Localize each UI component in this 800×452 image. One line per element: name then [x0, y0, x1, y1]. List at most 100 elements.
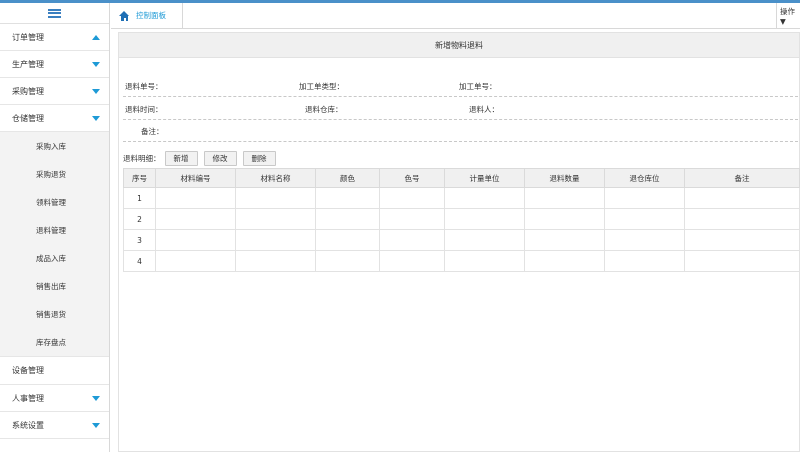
form-row-1: 退料单号： 加工单类型： 加工单号：	[123, 75, 798, 97]
sidebar-item-equipment[interactable]: 设备管理	[0, 357, 109, 385]
caret-down-icon	[92, 395, 100, 401]
table-cell[interactable]	[444, 187, 525, 209]
sidebar-item-label: 仓储管理	[12, 113, 44, 123]
warehouse-submenu: 采购入库 采购退货 领料管理 退料管理 成品入库 销售出库 销售退货 库存盘点	[0, 132, 109, 357]
table-cell[interactable]	[524, 208, 605, 230]
table-cell[interactable]	[604, 208, 685, 230]
table-cell[interactable]	[524, 187, 605, 209]
sidebar-subitem-purchase-return[interactable]: 采购退货	[0, 160, 109, 188]
remark-label: 备注：	[141, 127, 164, 136]
sidebar-item-label: 采购管理	[12, 86, 44, 96]
menu-icon	[48, 8, 61, 18]
sidebar-item-warehouse[interactable]: 仓储管理	[0, 105, 109, 132]
sidebar-item-label: 系统设置	[12, 420, 44, 430]
table-cell[interactable]	[235, 250, 316, 272]
detail-toolbar: 退料明细： 新增 修改 删除	[123, 150, 282, 166]
operations-dropdown[interactable]: 操作 ▼	[776, 3, 800, 28]
table-cell[interactable]	[155, 187, 236, 209]
edit-button[interactable]: 修改	[203, 150, 237, 166]
add-button[interactable]: 新增	[164, 150, 198, 166]
sidebar-item-production[interactable]: 生产管理	[0, 51, 109, 78]
col-header-return-location: 退仓库位	[604, 168, 685, 188]
table-cell[interactable]	[235, 187, 316, 209]
tab-bar: 控制面板 操作 ▼	[111, 3, 800, 29]
table-cell[interactable]	[155, 250, 236, 272]
sidebar-item-hr[interactable]: 人事管理	[0, 385, 109, 412]
returner-label: 退料人：	[469, 105, 499, 114]
table-cell[interactable]	[379, 229, 445, 251]
sidebar-subitem-purchase-in[interactable]: 采购入库	[0, 132, 109, 160]
col-header-color-code: 色号	[379, 168, 445, 188]
caret-down-icon	[92, 422, 100, 428]
table-cell[interactable]	[684, 208, 800, 230]
table-cell[interactable]	[315, 229, 380, 251]
table-cell[interactable]	[524, 229, 605, 251]
table-cell[interactable]	[684, 187, 800, 209]
col-header-return-qty: 退料数量	[524, 168, 605, 188]
process-no-label: 加工单号：	[459, 82, 497, 91]
return-no-label: 退料单号：	[125, 82, 163, 91]
table-row[interactable]: 3	[123, 229, 800, 251]
sidebar-subitem-material-return[interactable]: 退料管理	[0, 216, 109, 244]
table-header-row: 序号 材料编号 材料名称 颜色 色号 计量单位 退料数量 退仓库位 备注	[123, 168, 800, 188]
sidebar-item-label: 人事管理	[12, 393, 44, 403]
table-cell[interactable]	[155, 229, 236, 251]
sidebar-item-orders[interactable]: 订单管理	[0, 24, 109, 51]
page-title: 新增物料退料	[119, 33, 799, 58]
delete-button[interactable]: 删除	[242, 150, 276, 166]
sidebar-item-settings[interactable]: 系统设置	[0, 412, 109, 439]
table-cell[interactable]	[155, 208, 236, 230]
col-header-no: 序号	[123, 168, 156, 188]
table-cell[interactable]	[684, 229, 800, 251]
caret-up-icon	[92, 34, 100, 40]
tab-label: 控制面板	[136, 11, 166, 20]
sidebar-item-purchasing[interactable]: 采购管理	[0, 78, 109, 105]
table-cell[interactable]	[315, 187, 380, 209]
table-cell[interactable]	[444, 208, 525, 230]
form-row-2: 退料时间： 退料仓库： 退料人：	[123, 98, 798, 120]
row-number: 3	[123, 229, 156, 251]
sidebar-toggle-button[interactable]	[0, 3, 109, 24]
col-header-unit: 计量单位	[444, 168, 525, 188]
table-cell[interactable]	[379, 208, 445, 230]
detail-table: 序号 材料编号 材料名称 颜色 色号 计量单位 退料数量 退仓库位 备注 1 2	[123, 168, 800, 272]
table-cell[interactable]	[684, 250, 800, 272]
table-cell[interactable]	[444, 229, 525, 251]
table-cell[interactable]	[235, 229, 316, 251]
sidebar-subitem-product-in[interactable]: 成品入库	[0, 244, 109, 272]
col-header-color: 颜色	[315, 168, 380, 188]
row-number: 4	[123, 250, 156, 272]
table-cell[interactable]	[604, 250, 685, 272]
sidebar-item-label: 设备管理	[12, 366, 44, 375]
caret-down-icon	[92, 61, 100, 67]
table-cell[interactable]	[444, 250, 525, 272]
tab-dashboard[interactable]: 控制面板	[111, 3, 183, 28]
table-cell[interactable]	[379, 250, 445, 272]
table-cell[interactable]	[235, 208, 316, 230]
sidebar-item-label: 订单管理	[12, 32, 44, 42]
row-number: 1	[123, 187, 156, 209]
table-cell[interactable]	[604, 187, 685, 209]
sidebar-subitem-sales-return[interactable]: 销售退货	[0, 300, 109, 328]
row-number: 2	[123, 208, 156, 230]
sidebar-subitem-sales-out[interactable]: 销售出库	[0, 272, 109, 300]
return-time-label: 退料时间：	[125, 105, 163, 114]
col-header-material-name: 材料名称	[235, 168, 316, 188]
main-panel: 新增物料退料 退料单号： 加工单类型： 加工单号： 退料时间： 退料仓库： 退料…	[118, 32, 800, 452]
sidebar: 订单管理 生产管理 采购管理 仓储管理 采购入库 采购退货 领料管理 退料管理 …	[0, 3, 110, 452]
caret-down-icon	[92, 115, 100, 121]
table-row[interactable]: 1	[123, 187, 800, 209]
caret-down-icon	[92, 88, 100, 94]
table-row[interactable]: 4	[123, 250, 800, 272]
col-header-remark: 备注	[684, 168, 800, 188]
sidebar-item-label: 生产管理	[12, 59, 44, 69]
sidebar-subitem-inventory-check[interactable]: 库存盘点	[0, 328, 109, 356]
sidebar-subitem-material-requisition[interactable]: 领料管理	[0, 188, 109, 216]
detail-label: 退料明细：	[123, 153, 161, 163]
table-cell[interactable]	[315, 250, 380, 272]
table-cell[interactable]	[524, 250, 605, 272]
table-row[interactable]: 2	[123, 208, 800, 230]
table-cell[interactable]	[379, 187, 445, 209]
table-cell[interactable]	[315, 208, 380, 230]
table-cell[interactable]	[604, 229, 685, 251]
